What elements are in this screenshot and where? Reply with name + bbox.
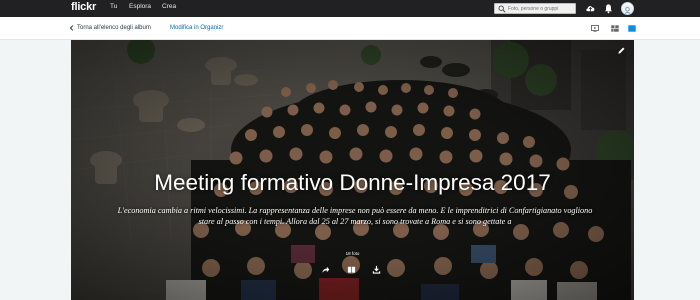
download-icon[interactable]: [372, 265, 381, 274]
nav-item-tu[interactable]: Tu: [110, 3, 117, 10]
user-avatar-icon: [622, 5, 633, 14]
back-link-label: Torna all'elenco degli album: [77, 25, 151, 31]
slideshow-icon[interactable]: [591, 25, 599, 32]
nav-item-esplora[interactable]: Esplora: [129, 3, 151, 10]
album-subnav: Torna all'elenco degli album Modifica in…: [0, 17, 700, 40]
chevron-left-icon: [69, 25, 74, 31]
album-cover: Meeting formativo Donne-Impresa 2017 L'e…: [71, 40, 634, 300]
flickr-logo[interactable]: flickr: [71, 1, 96, 13]
book-icon[interactable]: [347, 265, 356, 274]
bell-icon[interactable]: [603, 3, 614, 14]
photo-count: 18 foto: [345, 251, 360, 256]
search-input[interactable]: [508, 4, 574, 13]
avatar[interactable]: [621, 2, 634, 15]
share-icon[interactable]: [321, 265, 330, 274]
nav-item-crea[interactable]: Crea: [162, 3, 176, 10]
pencil-icon[interactable]: [617, 46, 626, 55]
album-description: L'economia cambia a ritmi velocissimi. L…: [117, 206, 593, 226]
album-title: Meeting formativo Donne-Impresa 2017: [154, 170, 551, 195]
edit-in-organizr-link[interactable]: Modifica in Organizr: [170, 25, 223, 31]
cloud-upload-icon[interactable]: [585, 3, 596, 14]
grid-view-icon[interactable]: [611, 25, 619, 32]
back-to-albums-link[interactable]: Torna all'elenco degli album: [69, 25, 151, 31]
search-box[interactable]: [494, 3, 576, 14]
top-nav-bar: flickr Tu Esplora Crea: [0, 0, 700, 17]
search-icon: [498, 5, 506, 13]
detail-view-icon[interactable]: [628, 25, 636, 32]
